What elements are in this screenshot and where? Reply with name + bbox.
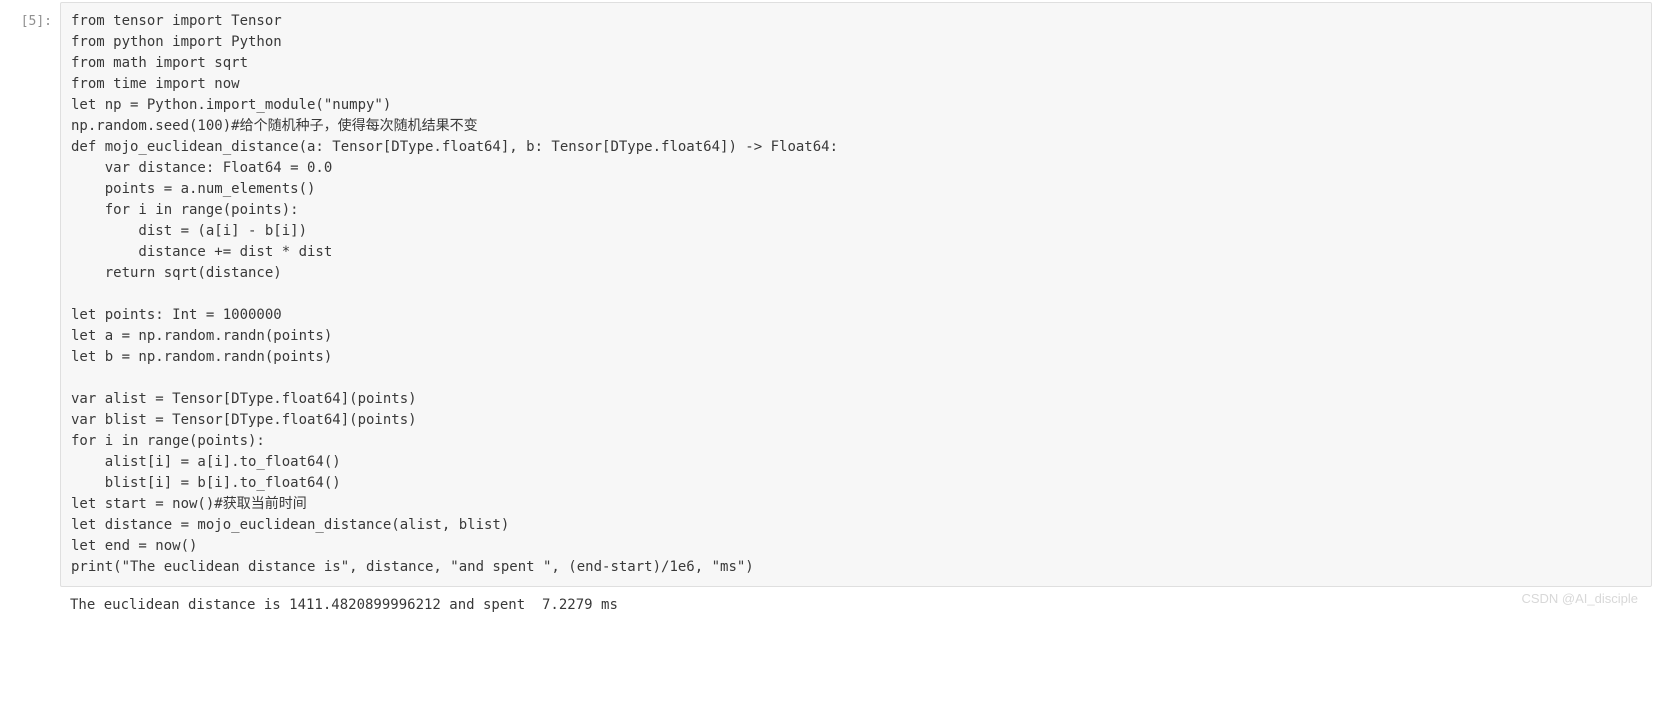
notebook-cell: [5]: from tensor import Tensor from pyth… [2,2,1652,587]
output-text: The euclidean distance is 1411.482089999… [60,595,1652,616]
code-content: from tensor import Tensor from python im… [71,11,1641,578]
cell-prompt: [5]: [2,2,60,587]
code-input-area[interactable]: from tensor import Tensor from python im… [60,2,1652,587]
watermark: CSDN @AI_disciple [1521,589,1638,609]
output-row: The euclidean distance is 1411.482089999… [2,595,1652,616]
